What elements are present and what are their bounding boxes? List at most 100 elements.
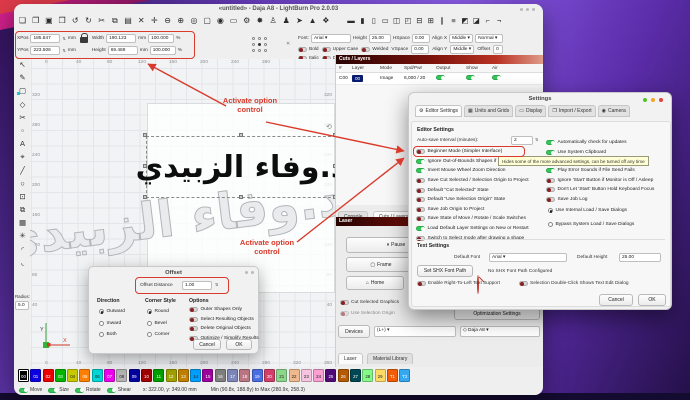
copy-icon[interactable]: ⧉	[110, 16, 119, 26]
palette-swatch[interactable]: 23	[301, 369, 312, 382]
palette-swatch[interactable]: 14	[190, 369, 201, 382]
layer-row[interactable]: C00 00 Image 6,000 / 20	[336, 73, 543, 84]
selection-handle[interactable]	[239, 133, 243, 137]
undo-icon[interactable]: ↺	[71, 16, 80, 26]
welded-toggle[interactable]: Welded	[361, 47, 388, 52]
laser-tools-icon[interactable]: ✸	[255, 16, 264, 26]
hspace-field[interactable]: 0.00	[412, 34, 430, 43]
text-mode-select[interactable]: Normal ▾	[475, 34, 503, 43]
settings-tab[interactable]: ◉Camera	[598, 105, 630, 117]
new-file-icon[interactable]: ❏	[18, 16, 27, 26]
home-button[interactable]: ⌂ Home	[346, 276, 404, 290]
autosave-field[interactable]: 2	[511, 136, 533, 145]
uppercase-toggle[interactable]: Upper Case	[322, 47, 359, 52]
selection-handle[interactable]	[143, 164, 147, 168]
palette-swatch[interactable]: 07	[104, 369, 115, 382]
array-tool-icon[interactable]: ▦	[19, 219, 26, 227]
array-tool-icon[interactable]: ❖	[321, 16, 330, 26]
palette-swatch[interactable]: 11	[153, 369, 164, 382]
tab-laser[interactable]: Laser	[338, 353, 363, 364]
cut-selected-toggle[interactable]: Cut Selected Graphics	[340, 300, 399, 305]
doubleclick-edit-toggle[interactable]: Selection Double-Click Shows Text Edit D…	[519, 281, 629, 286]
settings-toggle[interactable]: Ignore 'Start' Button if Monitor is Off …	[546, 176, 654, 186]
pan-view-icon[interactable]: ✛	[150, 16, 159, 26]
text-offset-field[interactable]: 0	[493, 45, 503, 54]
settings-toggle[interactable]: Load Default Layer Settings on New or Re…	[416, 224, 529, 234]
palette-swatch[interactable]: T2	[399, 369, 410, 382]
status-toggle[interactable]: Move	[19, 387, 42, 393]
toolbar-close-icon[interactable]: ✕	[286, 41, 290, 47]
align-top-icon[interactable]: ▭	[381, 16, 389, 25]
settings-gear-icon[interactable]: ⚙	[242, 16, 251, 26]
layer-speed-power[interactable]: 6,000 / 20	[404, 76, 436, 81]
status-toggle[interactable]: Shear	[107, 387, 131, 393]
corner-option[interactable]: Bevel	[147, 318, 169, 330]
palette-swatch[interactable]: 08	[116, 369, 127, 382]
settings-tab[interactable]: ⚙Editor Settings	[415, 105, 462, 117]
distribute-v-icon[interactable]: ⊞	[427, 16, 435, 25]
direction-option[interactable]: Inward	[99, 318, 125, 330]
zoom-out-icon[interactable]: ⊖	[163, 16, 172, 26]
palette-swatch[interactable]: 01	[30, 369, 41, 382]
palette-swatch[interactable]: 09	[129, 369, 140, 382]
round-corner-tool-icon[interactable]: ◜	[21, 246, 24, 254]
redo-icon[interactable]: ↻	[84, 16, 93, 26]
selection-handle[interactable]	[143, 195, 147, 199]
port-select[interactable]: (L+) ▾	[374, 326, 456, 337]
draw-pen-tool-icon[interactable]: ✎	[19, 74, 25, 82]
offset-option-toggle[interactable]: Delete Original Objects	[189, 324, 259, 334]
space-h-icon[interactable]: ∥	[438, 16, 446, 25]
dock-left-icon[interactable]: ◩	[461, 16, 469, 25]
space-v-icon[interactable]: ≡	[450, 16, 458, 25]
internal-dialogs-radio[interactable]: Use Internal Load / Save Dialogs	[548, 205, 627, 217]
window-buttons[interactable]	[520, 8, 535, 11]
devices-button[interactable]: Devices	[338, 325, 370, 338]
arrange-a-icon[interactable]: ⌐	[484, 16, 492, 25]
settings-toggle[interactable]: Default "Use Selection Origin" State	[416, 195, 529, 205]
show-toggle[interactable]	[466, 75, 475, 80]
dock-right-icon[interactable]: ◪	[472, 16, 480, 25]
settings-toggle[interactable]: Play Error Sounds if File Send Fails	[546, 166, 654, 176]
weld-tool-icon[interactable]: ✳	[19, 232, 25, 240]
preview-icon[interactable]: ▭	[229, 16, 238, 26]
direction-option[interactable]: Outward	[99, 306, 125, 318]
palette-swatch[interactable]: 26	[338, 369, 349, 382]
boolean-tool-icon[interactable]: ▫	[21, 127, 24, 135]
user-icon[interactable]: ♟	[282, 16, 291, 26]
palette-swatch[interactable]: 27	[350, 369, 361, 382]
select-tool-icon[interactable]: ↖	[19, 61, 25, 69]
palette-swatch[interactable]: 20	[264, 369, 275, 382]
palette-swatch[interactable]: 03	[55, 369, 66, 382]
autosave-stepper[interactable]: ⇅	[535, 137, 538, 142]
default-font-select[interactable]: Arial ▾	[489, 253, 567, 262]
offset-distance-field[interactable]: 1.00	[182, 281, 212, 290]
settings-toggle[interactable]: Default "Cut Selected" State	[416, 185, 529, 195]
origin-selector-grid[interactable]	[252, 37, 269, 54]
status-toggle[interactable]: Size	[48, 387, 69, 393]
chamfer-corner-tool-icon[interactable]: ◟	[21, 259, 24, 267]
material-test-icon[interactable]: ▲	[308, 16, 317, 26]
settings-toggle[interactable]: Save Job Origin to Project	[416, 205, 529, 215]
palette-swatch[interactable]: 13	[178, 369, 189, 382]
direction-option[interactable]: Both	[99, 329, 125, 341]
align-left-icon[interactable]: ▮	[358, 16, 366, 25]
settings-tab[interactable]: ❐Import / Export	[548, 105, 595, 117]
settings-ok-button[interactable]: OK	[638, 294, 666, 306]
settings-window-buttons[interactable]	[643, 98, 663, 102]
palette-swatch[interactable]: 18	[239, 369, 250, 382]
paste-icon[interactable]: ▤	[124, 16, 133, 26]
trace-image-icon[interactable]: ◉	[216, 16, 225, 26]
align-right-icon[interactable]: ▯	[370, 16, 378, 25]
default-height-field[interactable]: 25.00	[619, 253, 661, 262]
palette-swatch[interactable]: 16	[215, 369, 226, 382]
aligny-select[interactable]: Middle ▾	[450, 45, 474, 54]
align-center-v-icon[interactable]: ◰	[404, 16, 412, 25]
palette-swatch[interactable]: 28	[362, 369, 373, 382]
output-toggle[interactable]	[436, 75, 445, 80]
set-shx-path-button[interactable]: Set SHX Font Path	[417, 265, 473, 277]
offset-ok-button[interactable]: OK	[226, 339, 252, 350]
palette-swatch[interactable]: 19	[252, 369, 263, 382]
palette-swatch[interactable]: 22	[289, 369, 300, 382]
palette-swatch[interactable]: 15	[202, 369, 213, 382]
cut-icon[interactable]: ✂	[97, 16, 106, 26]
